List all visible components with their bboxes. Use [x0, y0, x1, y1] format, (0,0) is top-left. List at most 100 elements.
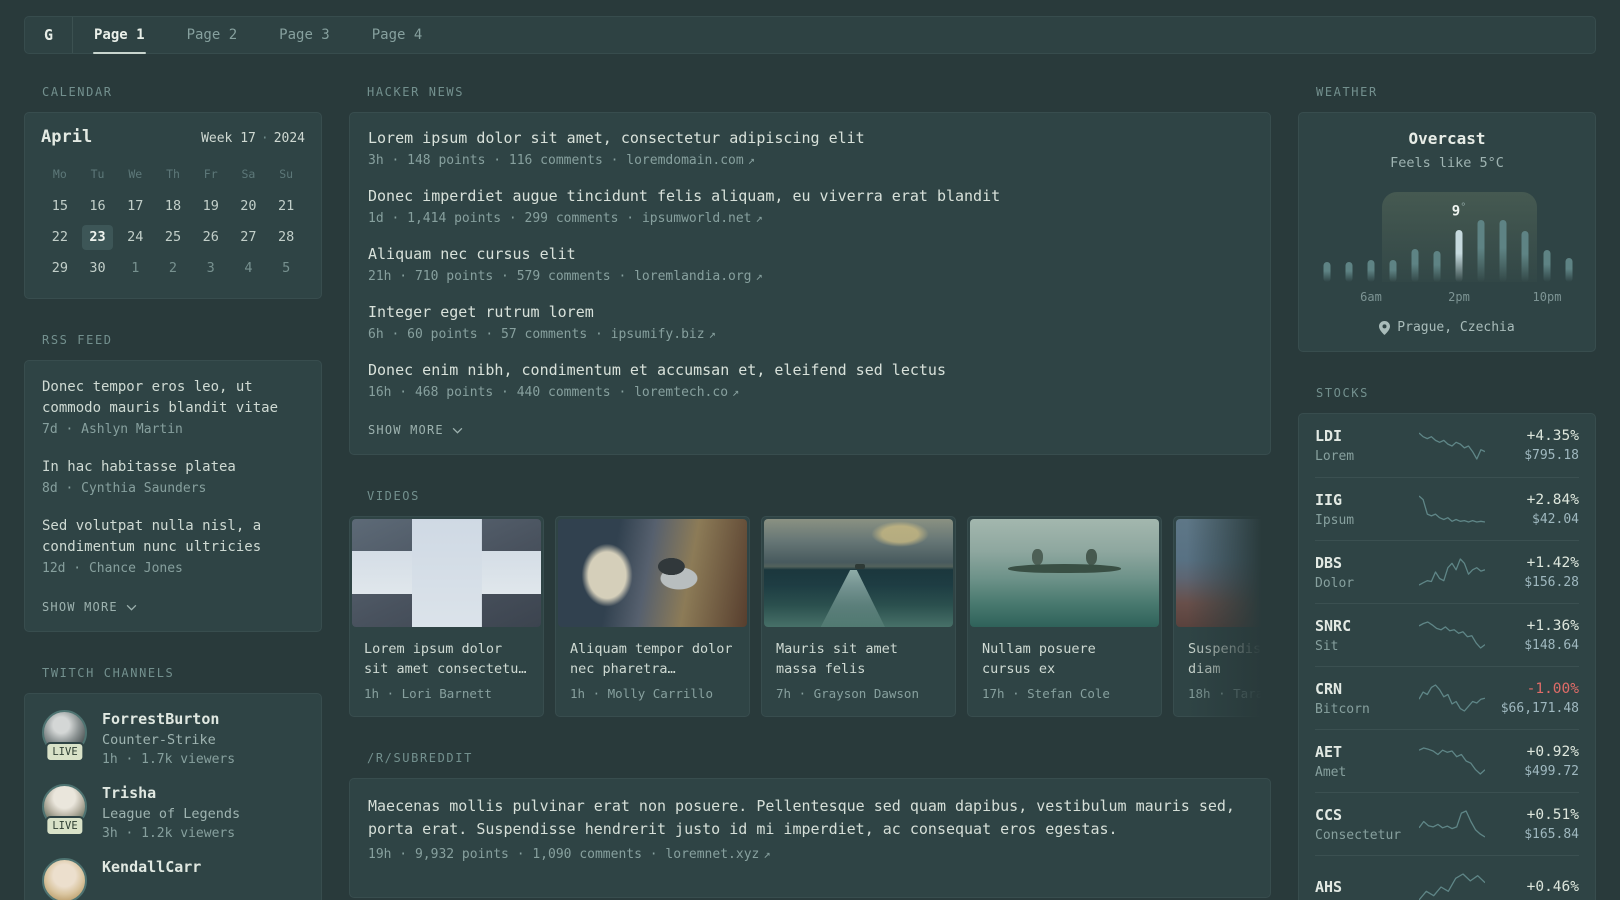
weather-tick-label: 10pm [1532, 290, 1562, 304]
weather-current-temp: 9° [1452, 202, 1466, 220]
hacker-news-item-meta: 3h · 148 points · 116 comments · loremdo… [368, 153, 1252, 168]
top-navbar: G Page 1 Page 2 Page 3 Page 4 [24, 16, 1596, 54]
stock-name: Amet [1315, 764, 1347, 780]
weather-tick-label: 2pm [1448, 290, 1470, 304]
calendar-day: 1 [131, 260, 140, 276]
video-meta: 7h · Grayson Dawson [776, 686, 919, 701]
hacker-news-item-domain-link[interactable]: loremlandia.org [634, 269, 751, 284]
degree-symbol: ° [1460, 202, 1467, 214]
hacker-news-section: HACKER NEWS Lorem ipsum dolor sit amet, … [349, 85, 1271, 455]
rss-show-more-button[interactable]: SHOW MORE [42, 600, 137, 614]
rss-item-meta: 8d · Cynthia Saunders [42, 481, 207, 496]
video-card[interactable]: Mauris sit amet massa felis 7h · Grayson … [761, 516, 956, 717]
weather-time-ticks: 6am 2pm 10pm [1315, 290, 1579, 305]
hacker-news-item-domain-link[interactable]: ipsumworld.net [642, 211, 752, 226]
stock-ticker: CCS [1315, 805, 1343, 824]
twitch-channel-name: Trisha [102, 784, 157, 802]
subreddit-post-title[interactable]: Maecenas mollis pulvinar erat non posuer… [368, 795, 1252, 841]
stock-values: +0.46% [1491, 879, 1579, 895]
video-thumbnail [764, 519, 953, 627]
calendar-day-today: 23 [82, 225, 114, 250]
hacker-news-item-title[interactable]: Lorem ipsum dolor sit amet, consectetur … [368, 129, 1252, 147]
calendar-card: April Week 17 · 2024 Mo Tu We Th Fr Sa Su 15 16 17 1… [24, 112, 322, 299]
rss-section: RSS FEED Donec tempor eros leo, ut commo… [24, 333, 322, 632]
video-thumbnail [352, 519, 541, 627]
stock-id: AHS [1315, 878, 1413, 896]
calendar-weekday-header: Su [279, 167, 294, 181]
rss-section-title: RSS FEED [42, 333, 113, 347]
subreddit-post-domain-link[interactable]: loremnet.xyz [665, 847, 759, 862]
hacker-news-item-domain-link[interactable]: loremdomain.com [626, 153, 743, 168]
hacker-news-item-title[interactable]: Aliquam nec cursus elit [368, 245, 1252, 263]
rss-item-title[interactable]: In hac habitasse platea [42, 457, 304, 478]
stock-name: Bitcorn [1315, 701, 1370, 717]
weather-bar [1433, 251, 1441, 282]
nav-tab[interactable]: Page 4 [351, 17, 444, 53]
video-title: Suspendisse quis diam [1188, 641, 1271, 677]
video-card[interactable]: Suspendisse quis diam 18h · Tara [1173, 516, 1271, 717]
twitch-channel-info: KendallCarr [102, 858, 201, 876]
stock-id: IIG Ipsum [1315, 491, 1413, 528]
calendar-day: 16 [89, 198, 106, 214]
twitch-channel-row[interactable]: LIVE ForrestBurton Counter-Strike 1h · 1.7k… [42, 710, 304, 767]
video-card[interactable]: Lorem ipsum dolor sit amet consectetu… 1h… [349, 516, 544, 717]
stock-row[interactable]: DBS Dolor +1.42% $156.28 [1315, 540, 1579, 603]
video-card[interactable]: Nullam posuere cursus ex 17h · Stefan Col… [967, 516, 1162, 717]
weather-bar [1323, 262, 1331, 282]
stock-ticker: AHS [1315, 878, 1343, 896]
rss-item-title[interactable]: Sed volutpat nulla nisl, a condimentum n… [42, 516, 304, 558]
hacker-news-item-domain-link[interactable]: loremtech.co [634, 385, 728, 400]
nav-tab[interactable]: Page 3 [258, 17, 351, 53]
stock-sparkline [1419, 684, 1485, 712]
calendar-weekday-header: Sa [241, 167, 256, 181]
hacker-news-item: Donec enim nibh, condimentum et accumsan… [368, 361, 1252, 400]
stock-row[interactable]: AET Amet +0.92% $499.72 [1315, 729, 1579, 792]
nav-tab[interactable]: Page 1 [73, 17, 166, 54]
stock-ticker: CRN [1315, 679, 1343, 698]
video-card[interactable]: Aliquam tempor dolor nec pharetra… 1h · M… [555, 516, 750, 717]
calendar-day: 22 [51, 229, 68, 245]
stock-values: +1.36% $148.64 [1491, 618, 1579, 653]
stock-id: LDI Lorem [1315, 427, 1413, 464]
calendar-section-title: CALENDAR [42, 85, 113, 99]
twitch-avatar-wrap [42, 858, 88, 900]
stock-sparkline [1419, 747, 1485, 775]
twitch-channel-meta: 1h · 1.7k viewers [102, 752, 236, 767]
twitch-channel-row[interactable]: LIVE Trisha League of Legends 3h · 1.2k vie… [42, 784, 304, 841]
hacker-news-show-more-button[interactable]: SHOW MORE [368, 423, 463, 437]
rss-item-title[interactable]: Donec tempor eros leo, ut commodo mauris… [42, 377, 304, 419]
twitch-channel-row[interactable]: KendallCarr [42, 858, 304, 900]
subreddit-post-meta: 19h · 9,932 points · 1,090 comments · lo… [368, 847, 1252, 862]
stock-row[interactable]: IIG Ipsum +2.84% $42.04 [1315, 477, 1579, 540]
stock-row[interactable]: LDI Lorem +4.35% $795.18 [1315, 414, 1579, 477]
nav-tab[interactable]: Page 2 [166, 17, 259, 53]
stock-row[interactable]: SNRC Sit +1.36% $148.64 [1315, 603, 1579, 666]
twitch-channel-meta: 3h · 1.2k viewers [102, 826, 236, 841]
stock-sparkline [1419, 873, 1485, 900]
stock-price: $148.64 [1524, 637, 1579, 653]
middle-column: HACKER NEWS Lorem ipsum dolor sit amet, … [349, 85, 1271, 900]
stock-row[interactable]: CRN Bitcorn -1.00% $66,171.48 [1315, 666, 1579, 729]
chevron-down-icon [126, 604, 137, 611]
rss-card: Donec tempor eros leo, ut commodo mauris… [24, 360, 322, 632]
stock-spark-wrap [1413, 745, 1491, 777]
calendar-day: 19 [202, 198, 219, 214]
weather-location-label: Prague, Czechia [1397, 320, 1515, 335]
video-card-body: Mauris sit amet massa felis 7h · Grayson … [764, 627, 953, 714]
hacker-news-section-title: HACKER NEWS [367, 85, 465, 99]
stock-change: +2.84% [1526, 491, 1579, 508]
weather-bar [1521, 231, 1529, 282]
hacker-news-item-stats: 1d · 1,414 points · 299 comments · [368, 211, 642, 226]
stock-name: Consectetur [1315, 827, 1402, 843]
external-link-icon: ↗ [755, 211, 763, 225]
stock-row[interactable]: CCS Consectetur +0.51% $165.84 [1315, 792, 1579, 855]
videos-carousel: Lorem ipsum dolor sit amet consectetu… 1h… [349, 516, 1271, 717]
hacker-news-item-title[interactable]: Donec imperdiet augue tincidunt felis al… [368, 187, 1252, 205]
hacker-news-item-domain-link[interactable]: ipsumify.biz [611, 327, 705, 342]
hacker-news-item-title[interactable]: Integer eget rutrum lorem [368, 303, 1252, 321]
location-pin-icon [1379, 320, 1391, 335]
hacker-news-item-title[interactable]: Donec enim nibh, condimentum et accumsan… [368, 361, 1252, 379]
rss-list: Donec tempor eros leo, ut commodo mauris… [42, 377, 304, 576]
stock-ticker: SNRC [1315, 616, 1352, 635]
stock-row[interactable]: AHS +0.46% [1315, 855, 1579, 900]
